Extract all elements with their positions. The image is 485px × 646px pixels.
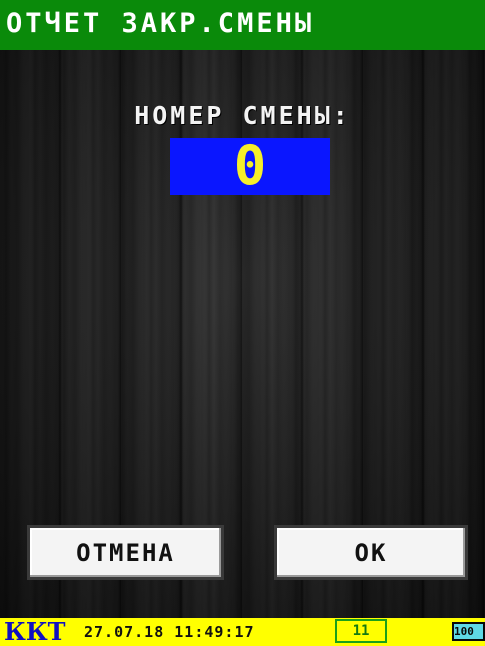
shift-number-field[interactable]: 0 (170, 138, 330, 195)
datetime: 27.07.18 11:49:17 (84, 623, 255, 641)
counter-badge: 11 (335, 619, 387, 643)
cancel-button[interactable]: ОТМЕНА (27, 525, 224, 580)
shift-number-label: НОМЕР СМЕНЫ: (134, 101, 351, 130)
cash-register-screen: ОТЧЕТ ЗАКР.СМЕНЫ НОМЕР СМЕНЫ: 0 ОТМЕНА O… (0, 0, 485, 646)
shift-number-value: 0 (233, 133, 267, 197)
title-bar: ОТЧЕТ ЗАКР.СМЕНЫ (0, 0, 485, 50)
status-bar: ККТ 27.07.18 11:49:17 11 100 (0, 618, 485, 646)
ok-button[interactable]: OK (274, 525, 468, 580)
device-label: ККТ (4, 617, 66, 646)
battery-icon: 100 (452, 622, 485, 641)
page-title: ОТЧЕТ ЗАКР.СМЕНЫ (6, 7, 315, 39)
